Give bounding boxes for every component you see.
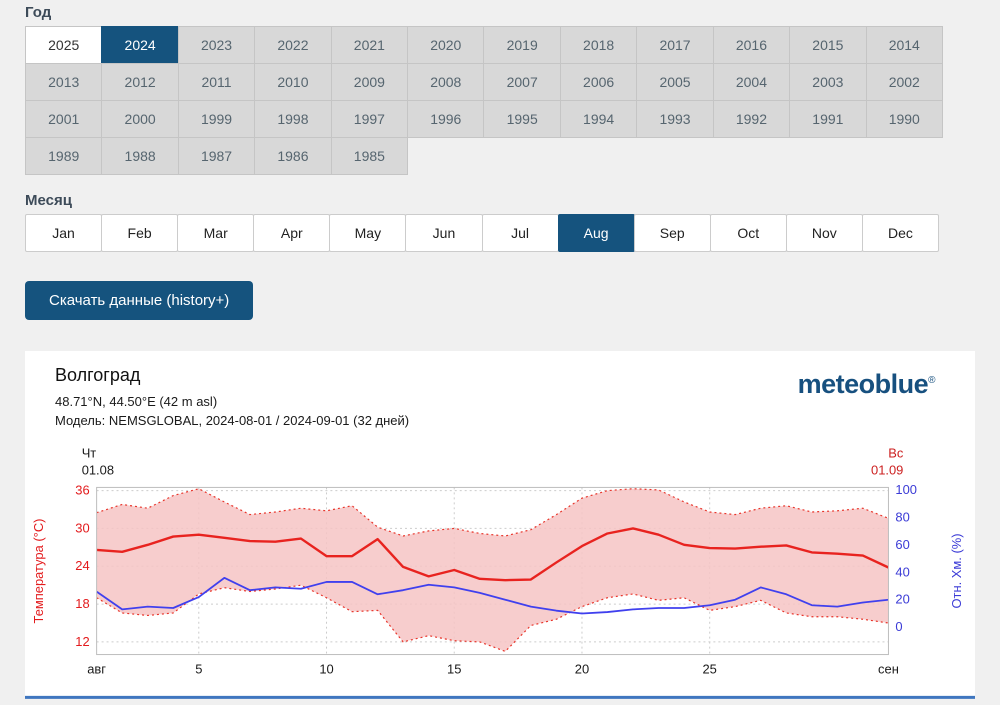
- month-button-nov[interactable]: Nov: [785, 214, 863, 252]
- year-button-2005[interactable]: 2005: [636, 63, 714, 101]
- month-button-jun[interactable]: Jun: [405, 214, 483, 252]
- month-button-oct[interactable]: Oct: [709, 214, 787, 252]
- svg-text:30: 30: [75, 520, 89, 535]
- year-button-2000[interactable]: 2000: [101, 100, 179, 138]
- year-button-2006[interactable]: 2006: [559, 63, 638, 101]
- year-button-2002[interactable]: 2002: [865, 63, 943, 101]
- registered-mark: ®: [928, 375, 935, 386]
- chart-end-weekday: Вс: [888, 445, 904, 460]
- month-button-feb[interactable]: Feb: [101, 214, 179, 252]
- svg-text:36: 36: [75, 482, 89, 497]
- year-button-2020[interactable]: 2020: [407, 26, 485, 64]
- chart-header: Волгоград 48.71°N, 44.50°E (42 m asl) Мо…: [25, 365, 975, 431]
- month-row: Jan Feb Mar Apr May Jun Jul Aug Sep Oct Nov Dec: [25, 214, 939, 252]
- year-button-2023[interactable]: 2023: [177, 26, 256, 64]
- svg-text:15: 15: [447, 661, 461, 676]
- year-button-2004[interactable]: 2004: [712, 63, 791, 101]
- year-button-2016[interactable]: 2016: [712, 26, 791, 64]
- year-button-1996[interactable]: 1996: [407, 100, 485, 138]
- svg-text:10: 10: [319, 661, 333, 676]
- year-button-2011[interactable]: 2011: [177, 63, 256, 101]
- svg-text:5: 5: [195, 661, 202, 676]
- year-button-1995[interactable]: 1995: [483, 100, 561, 138]
- year-button-1991[interactable]: 1991: [789, 100, 867, 138]
- year-button-1997[interactable]: 1997: [330, 100, 409, 138]
- year-button-1989[interactable]: 1989: [25, 137, 103, 175]
- right-axis-title: Отн. Хм. (%): [949, 533, 964, 608]
- year-button-1985[interactable]: 1985: [330, 137, 409, 175]
- chart-start-weekday: Чт: [82, 445, 97, 460]
- svg-text:12: 12: [75, 634, 89, 649]
- year-button-2018[interactable]: 2018: [559, 26, 638, 64]
- download-data-button[interactable]: Скачать данные (history+): [25, 281, 254, 320]
- year-button-1993[interactable]: 1993: [636, 100, 714, 138]
- year-button-1999[interactable]: 1999: [177, 100, 256, 138]
- year-button-2001[interactable]: 2001: [25, 100, 103, 138]
- svg-text:80: 80: [895, 509, 909, 524]
- year-button-1994[interactable]: 1994: [559, 100, 638, 138]
- left-axis-title: Температура (°C): [31, 518, 46, 623]
- year-button-2003[interactable]: 2003: [789, 63, 867, 101]
- month-button-jul[interactable]: Jul: [481, 214, 559, 252]
- weather-chart-svg: 12 18 24 30 36 0 20 40 60 80 100 5 10 15 20 25 авг сен Чт 0…: [25, 445, 975, 699]
- month-button-dec[interactable]: Dec: [861, 214, 939, 252]
- year-button-2017[interactable]: 2017: [636, 26, 714, 64]
- year-button-2008[interactable]: 2008: [407, 63, 485, 101]
- year-button-1986[interactable]: 1986: [254, 137, 332, 175]
- chart-end-date: 01.09: [871, 462, 903, 477]
- svg-text:20: 20: [575, 661, 589, 676]
- year-button-2010[interactable]: 2010: [254, 63, 332, 101]
- year-button-2025[interactable]: 2025: [25, 26, 103, 64]
- year-button-1988[interactable]: 1988: [101, 137, 179, 175]
- svg-text:100: 100: [895, 482, 917, 497]
- year-button-1992[interactable]: 1992: [712, 100, 791, 138]
- svg-text:0: 0: [895, 619, 902, 634]
- svg-text:60: 60: [895, 537, 909, 552]
- chart-title: Волгоград: [55, 365, 141, 385]
- month-button-apr[interactable]: Apr: [253, 214, 331, 252]
- meteoblue-logo-text: meteoblue: [797, 369, 929, 399]
- svg-text:40: 40: [895, 564, 909, 579]
- chart-header-text: Волгоград 48.71°N, 44.50°E (42 m asl) Мо…: [55, 365, 409, 431]
- year-button-2012[interactable]: 2012: [101, 63, 179, 101]
- month-button-aug[interactable]: Aug: [557, 214, 635, 252]
- year-button-2013[interactable]: 2013: [25, 63, 103, 101]
- year-button-2021[interactable]: 2021: [330, 26, 409, 64]
- svg-text:авг: авг: [87, 661, 106, 676]
- year-button-1990[interactable]: 1990: [865, 100, 943, 138]
- month-button-sep[interactable]: Sep: [633, 214, 711, 252]
- svg-text:25: 25: [703, 661, 717, 676]
- svg-text:сен: сен: [878, 661, 899, 676]
- meteoblue-logo: meteoblue®: [798, 365, 945, 398]
- weather-chart: 12 18 24 30 36 0 20 40 60 80 100 5 10 15 20 25 авг сен Чт 0…: [25, 437, 975, 700]
- chart-start-date: 01.08: [82, 462, 114, 477]
- chart-model-info: Модель: NEMSGLOBAL, 2024-08-01 / 2024-09…: [55, 412, 410, 428]
- month-section-label: Месяц: [25, 192, 72, 209]
- month-button-may[interactable]: May: [329, 214, 407, 252]
- svg-text:24: 24: [75, 558, 89, 573]
- svg-text:20: 20: [895, 591, 909, 606]
- year-button-2007[interactable]: 2007: [483, 63, 561, 101]
- year-button-1987[interactable]: 1987: [177, 137, 256, 175]
- chart-coordinates: 48.71°N, 44.50°E (42 m asl): [55, 394, 218, 409]
- month-button-mar[interactable]: Mar: [177, 214, 255, 252]
- year-button-2022[interactable]: 2022: [254, 26, 332, 64]
- year-button-2024[interactable]: 2024: [101, 26, 179, 64]
- year-button-1998[interactable]: 1998: [254, 100, 332, 138]
- page: Год 2025 2024 2023 2022 2021 2020 2019 2018 2017…: [0, 0, 1000, 700]
- year-button-2014[interactable]: 2014: [865, 26, 943, 64]
- chart-panel: Волгоград 48.71°N, 44.50°E (42 m asl) Мо…: [25, 351, 975, 700]
- year-button-2009[interactable]: 2009: [330, 63, 409, 101]
- year-grid: 2025 2024 2023 2022 2021 2020 2019 2018 2017 2016…: [25, 26, 943, 175]
- year-section-label: Год: [25, 4, 52, 21]
- svg-text:18: 18: [75, 596, 89, 611]
- year-button-2019[interactable]: 2019: [483, 26, 561, 64]
- month-button-jan[interactable]: Jan: [25, 214, 103, 252]
- year-button-2015[interactable]: 2015: [789, 26, 867, 64]
